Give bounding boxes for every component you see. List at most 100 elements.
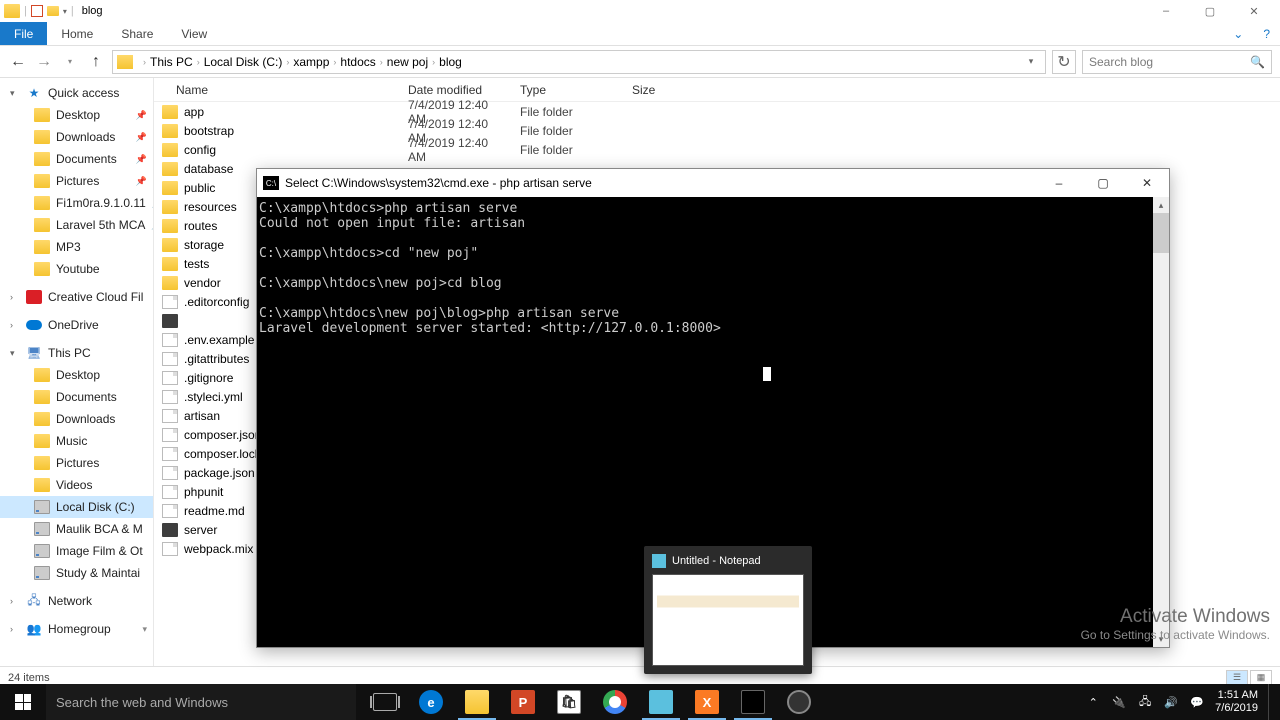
- breadcrumb-item[interactable]: htdocs: [340, 55, 375, 69]
- task-view-button[interactable]: [362, 684, 408, 720]
- folder-icon: [162, 276, 178, 290]
- close-button[interactable]: ✕: [1232, 0, 1276, 22]
- tray-overflow-icon[interactable]: ⌃: [1085, 694, 1101, 710]
- search-icon: 🔍: [1250, 55, 1265, 69]
- sidebar-item[interactable]: Documents📌: [0, 148, 153, 170]
- sidebar-creative-cloud[interactable]: ›Creative Cloud Fil: [0, 286, 153, 308]
- breadcrumb-item[interactable]: This PC: [150, 55, 193, 69]
- column-name[interactable]: Name: [154, 83, 400, 97]
- cmd-maximize-button[interactable]: ▢: [1081, 169, 1125, 197]
- tab-share[interactable]: Share: [107, 22, 167, 45]
- sidebar-item[interactable]: Maulik BCA & M: [0, 518, 153, 540]
- scroll-thumb[interactable]: [1153, 213, 1169, 253]
- folder-icon: [4, 4, 20, 18]
- refresh-button[interactable]: ↻: [1052, 50, 1076, 74]
- sidebar-item[interactable]: Local Disk (C:): [0, 496, 153, 518]
- sidebar-item[interactable]: Documents: [0, 386, 153, 408]
- tray-action-center-icon[interactable]: 💬: [1189, 694, 1205, 710]
- sidebar-item[interactable]: Downloads: [0, 408, 153, 430]
- file-tab[interactable]: File: [0, 22, 47, 45]
- address-dropdown-icon[interactable]: ▾: [1021, 56, 1041, 67]
- taskbar-xampp[interactable]: X: [684, 684, 730, 720]
- file-icon: [162, 504, 178, 518]
- sidebar-item-label: Local Disk (C:): [56, 500, 135, 514]
- folder-icon: [162, 162, 178, 176]
- folder-icon: [34, 218, 50, 232]
- sidebar-item[interactable]: Desktop📌: [0, 104, 153, 126]
- tray-network-icon[interactable]: 🖧: [1137, 694, 1153, 710]
- help-icon[interactable]: ?: [1253, 22, 1280, 45]
- column-date[interactable]: Date modified: [400, 83, 512, 97]
- sidebar-homegroup[interactable]: ›👥Homegroup▾: [0, 618, 153, 640]
- sidebar-item[interactable]: MP3: [0, 236, 153, 258]
- breadcrumb-item[interactable]: blog: [439, 55, 462, 69]
- sidebar-this-pc[interactable]: ▾🖥This PC: [0, 342, 153, 364]
- taskbar-obs[interactable]: [776, 684, 822, 720]
- activation-watermark: Activate Windows Go to Settings to activ…: [1081, 606, 1270, 642]
- drive-icon: [34, 566, 50, 580]
- qat-dropdown-icon[interactable]: ▾: [63, 7, 67, 16]
- sidebar-onedrive[interactable]: ›OneDrive: [0, 314, 153, 336]
- file-icon: [162, 409, 178, 423]
- tray-clock[interactable]: 1:51 AM 7/6/2019: [1215, 689, 1258, 715]
- back-button[interactable]: ←: [8, 52, 28, 72]
- drive-icon: [34, 500, 50, 514]
- taskbar: Search the web and Windows e P 🛍 X ⌃ 🔌 🖧…: [0, 684, 1280, 720]
- sidebar-item[interactable]: Music: [0, 430, 153, 452]
- sidebar-item[interactable]: Image Film & Ot: [0, 540, 153, 562]
- sidebar-network[interactable]: ›🖧Network: [0, 590, 153, 612]
- taskbar-edge[interactable]: e: [408, 684, 454, 720]
- taskbar-powerpoint[interactable]: P: [500, 684, 546, 720]
- cmd-close-button[interactable]: ✕: [1125, 169, 1169, 197]
- sidebar-item[interactable]: Youtube: [0, 258, 153, 280]
- taskbar-cmd[interactable]: [730, 684, 776, 720]
- breadcrumb-item[interactable]: new poj: [387, 55, 428, 69]
- column-type[interactable]: Type: [512, 83, 624, 97]
- sidebar-quick-access[interactable]: ▾★Quick access: [0, 82, 153, 104]
- sidebar-item[interactable]: Downloads📌: [0, 126, 153, 148]
- taskbar-chrome[interactable]: [592, 684, 638, 720]
- start-button[interactable]: [0, 684, 46, 720]
- ribbon-expand-icon[interactable]: ⌄: [1223, 22, 1253, 45]
- tray-battery-icon[interactable]: 🔌: [1111, 694, 1127, 710]
- cortana-search[interactable]: Search the web and Windows: [46, 684, 356, 720]
- cmd-minimize-button[interactable]: –: [1037, 169, 1081, 197]
- file-row[interactable]: bootstrap7/4/2019 12:40 AMFile folder: [154, 121, 1280, 140]
- sidebar-item[interactable]: Desktop: [0, 364, 153, 386]
- forward-button[interactable]: →: [34, 52, 54, 72]
- scroll-up-icon[interactable]: ▴: [1153, 197, 1169, 213]
- taskbar-notepad[interactable]: [638, 684, 684, 720]
- tab-view[interactable]: View: [167, 22, 221, 45]
- column-size[interactable]: Size: [624, 83, 692, 97]
- taskbar-store[interactable]: 🛍: [546, 684, 592, 720]
- minimize-button[interactable]: –: [1144, 0, 1188, 22]
- sidebar-item[interactable]: Pictures: [0, 452, 153, 474]
- sidebar-item[interactable]: Videos: [0, 474, 153, 496]
- sidebar-item[interactable]: Laravel 5th MCA📌: [0, 214, 153, 236]
- taskbar-thumbnail[interactable]: Untitled - Notepad: [644, 546, 812, 674]
- qat-newfolder-icon[interactable]: [47, 6, 59, 16]
- file-icon: [162, 390, 178, 404]
- pin-icon: 📌: [151, 220, 153, 231]
- sidebar-item[interactable]: Fi1m0ra.9.1.0.11📌: [0, 192, 153, 214]
- search-input[interactable]: Search blog 🔍: [1082, 50, 1272, 74]
- taskbar-explorer[interactable]: [454, 684, 500, 720]
- qat-divider: |: [71, 5, 74, 17]
- file-row[interactable]: config7/4/2019 12:40 AMFile folder: [154, 140, 1280, 159]
- tray-volume-icon[interactable]: 🔊: [1163, 694, 1179, 710]
- cmd-titlebar[interactable]: C:\ Select C:\Windows\system32\cmd.exe -…: [257, 169, 1169, 197]
- sidebar-item[interactable]: Study & Maintai: [0, 562, 153, 584]
- recent-dropdown[interactable]: ▾: [60, 52, 80, 72]
- up-button[interactable]: ↑: [86, 52, 106, 72]
- file-row[interactable]: app7/4/2019 12:40 AMFile folder: [154, 102, 1280, 121]
- show-desktop-button[interactable]: [1268, 684, 1274, 720]
- sidebar-item[interactable]: Pictures📌: [0, 170, 153, 192]
- maximize-button[interactable]: ▢: [1188, 0, 1232, 22]
- breadcrumb-item[interactable]: xampp: [293, 55, 329, 69]
- address-bar[interactable]: ›This PC ›Local Disk (C:) ›xampp ›htdocs…: [112, 50, 1046, 74]
- qat-properties-icon[interactable]: [31, 5, 43, 17]
- tab-home[interactable]: Home: [47, 22, 107, 45]
- breadcrumb-item[interactable]: Local Disk (C:): [204, 55, 283, 69]
- file-icon: [162, 466, 178, 480]
- cmd-scrollbar[interactable]: ▴ ▾: [1153, 197, 1169, 647]
